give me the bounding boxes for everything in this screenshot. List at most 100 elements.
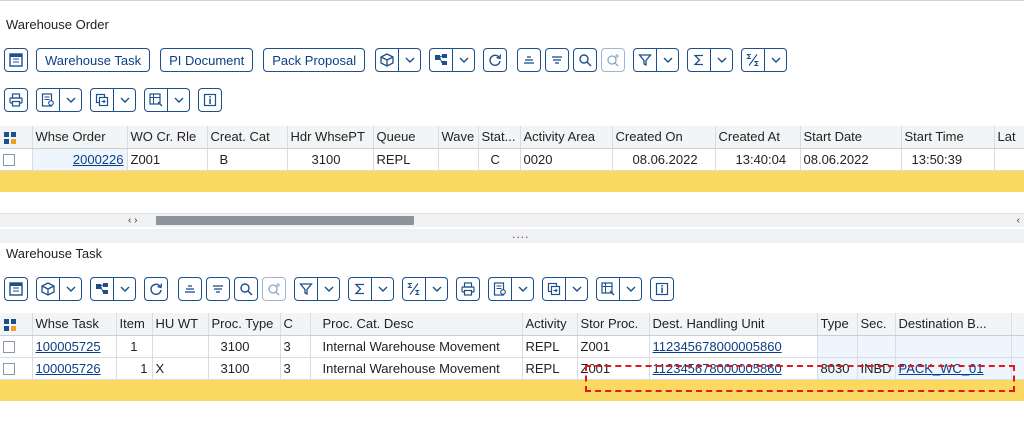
export-split-button[interactable] [90, 88, 136, 112]
layout-button[interactable] [4, 277, 28, 301]
filter-button[interactable] [633, 48, 658, 72]
checkbox[interactable] [3, 341, 15, 354]
search-next-button[interactable] [601, 48, 626, 72]
scroll-arrows[interactable]: ‹ › [128, 214, 137, 227]
col-stor-proc[interactable]: Stor Proc. [577, 313, 650, 336]
col-destination-bin[interactable]: Destination B... [895, 313, 1012, 336]
table-row[interactable]: 2000226 Z001 B 3100 REPL C 0020 08.06.20… [0, 148, 1024, 171]
print-button[interactable] [456, 277, 480, 301]
hierarchy-dropdown[interactable] [453, 48, 476, 72]
hierarchy-split-button[interactable] [429, 48, 476, 72]
subtotal-dropdown[interactable] [765, 48, 788, 72]
view-button[interactable] [36, 88, 60, 112]
cell-whse-task[interactable]: 100005726 [32, 357, 117, 380]
col-hu-wt[interactable]: HU WT [152, 313, 209, 336]
col-created-on[interactable]: Created On [612, 126, 716, 149]
col-lat[interactable]: Lat [994, 126, 1024, 149]
layout-select-split-button[interactable] [596, 277, 642, 301]
sum-split-button[interactable] [687, 48, 734, 72]
splitter-handle[interactable]: .... [512, 228, 529, 240]
scroll-thumb[interactable] [156, 216, 414, 225]
export-dropdown[interactable] [114, 88, 136, 112]
filter-dropdown[interactable] [318, 277, 340, 301]
col-queue[interactable]: Queue [373, 126, 439, 149]
layout-select-button[interactable] [144, 88, 168, 112]
row-checkbox[interactable] [0, 357, 33, 380]
subtotal-button[interactable] [402, 277, 426, 301]
sum-dropdown[interactable] [372, 277, 394, 301]
filter-split-button[interactable] [633, 48, 680, 72]
filter-split-button[interactable] [294, 277, 340, 301]
subtotal-split-button[interactable] [741, 48, 788, 72]
col-created-at[interactable]: Created At [715, 126, 801, 149]
refresh-button[interactable] [483, 48, 508, 72]
search-button[interactable] [573, 48, 598, 72]
view-button[interactable] [488, 277, 512, 301]
col-item[interactable]: Item [116, 313, 153, 336]
details-split-button[interactable] [375, 48, 422, 72]
info-button[interactable] [198, 88, 222, 112]
subtotal-dropdown[interactable] [426, 277, 448, 301]
sum-button[interactable] [687, 48, 712, 72]
hierarchy-button[interactable] [90, 277, 114, 301]
view-split-button[interactable] [36, 88, 82, 112]
details-dropdown[interactable] [399, 48, 422, 72]
col-proc-type[interactable]: Proc. Type [208, 313, 281, 336]
order-horizontal-scrollbar[interactable]: ‹ › ‹ [0, 213, 1024, 227]
details-dropdown[interactable] [60, 277, 82, 301]
info-button[interactable] [650, 277, 674, 301]
sort-ascending-button[interactable] [178, 277, 202, 301]
layout-select-dropdown[interactable] [168, 88, 190, 112]
destination-bin-link[interactable]: PACK_WC_01 [899, 361, 984, 376]
export-dropdown[interactable] [566, 277, 588, 301]
section-splitter[interactable]: .... [0, 228, 1024, 243]
hierarchy-button[interactable] [429, 48, 454, 72]
subtotal-button[interactable] [741, 48, 766, 72]
details-split-button[interactable] [36, 277, 82, 301]
refresh-button[interactable] [144, 277, 168, 301]
hierarchy-dropdown[interactable] [114, 277, 136, 301]
row-checkbox[interactable] [0, 148, 33, 171]
export-split-button[interactable] [542, 277, 588, 301]
col-dest-handling-unit[interactable]: Dest. Handling Unit [649, 313, 818, 336]
details-button[interactable] [375, 48, 400, 72]
layout-select-split-button[interactable] [144, 88, 190, 112]
whse-task-link[interactable]: 100005725 [36, 339, 101, 354]
filter-button[interactable] [294, 277, 318, 301]
col-hdr-whsept[interactable]: Hdr WhsePT [287, 126, 374, 149]
col-wave[interactable]: Wave [438, 126, 479, 149]
view-dropdown[interactable] [60, 88, 82, 112]
column-settings-button[interactable] [0, 313, 33, 336]
layout-button[interactable] [4, 48, 28, 72]
sum-dropdown[interactable] [711, 48, 734, 72]
cell-whse-task[interactable]: 100005725 [32, 335, 117, 358]
sort-descending-button[interactable] [545, 48, 570, 72]
sort-ascending-button[interactable] [517, 48, 542, 72]
cell-destination-bin[interactable]: PACK_WC_01 [895, 357, 1012, 380]
sort-descending-button[interactable] [206, 277, 230, 301]
column-settings-button[interactable] [0, 126, 33, 149]
col-activity[interactable]: Activity [522, 313, 578, 336]
col-sec[interactable]: Sec. [857, 313, 896, 336]
export-button[interactable] [542, 277, 566, 301]
col-type[interactable]: Type [817, 313, 858, 336]
table-row[interactable]: 100005726 1 X 3100 3 Internal Warehouse … [0, 357, 1024, 380]
layout-select-button[interactable] [596, 277, 620, 301]
col-start-time[interactable]: Start Time [901, 126, 995, 149]
view-split-button[interactable] [488, 277, 534, 301]
search-button[interactable] [234, 277, 258, 301]
search-next-button[interactable] [262, 277, 286, 301]
dest-hu-link[interactable]: 112345678000005860 [653, 339, 782, 354]
table-row[interactable]: 100005725 1 3100 3 Internal Warehouse Mo… [0, 335, 1024, 358]
layout-select-dropdown[interactable] [620, 277, 642, 301]
pack-proposal-button[interactable]: Pack Proposal [263, 48, 366, 72]
scroll-right-arrow[interactable]: ‹ [1017, 214, 1020, 227]
details-button[interactable] [36, 277, 60, 301]
col-creat-cat[interactable]: Creat. Cat [207, 126, 288, 149]
checkbox[interactable] [3, 363, 15, 376]
view-dropdown[interactable] [512, 277, 534, 301]
subtotal-split-button[interactable] [402, 277, 448, 301]
col-whse-order[interactable]: Whse Order [32, 126, 128, 149]
export-button[interactable] [90, 88, 114, 112]
col-c[interactable]: C [280, 313, 311, 336]
